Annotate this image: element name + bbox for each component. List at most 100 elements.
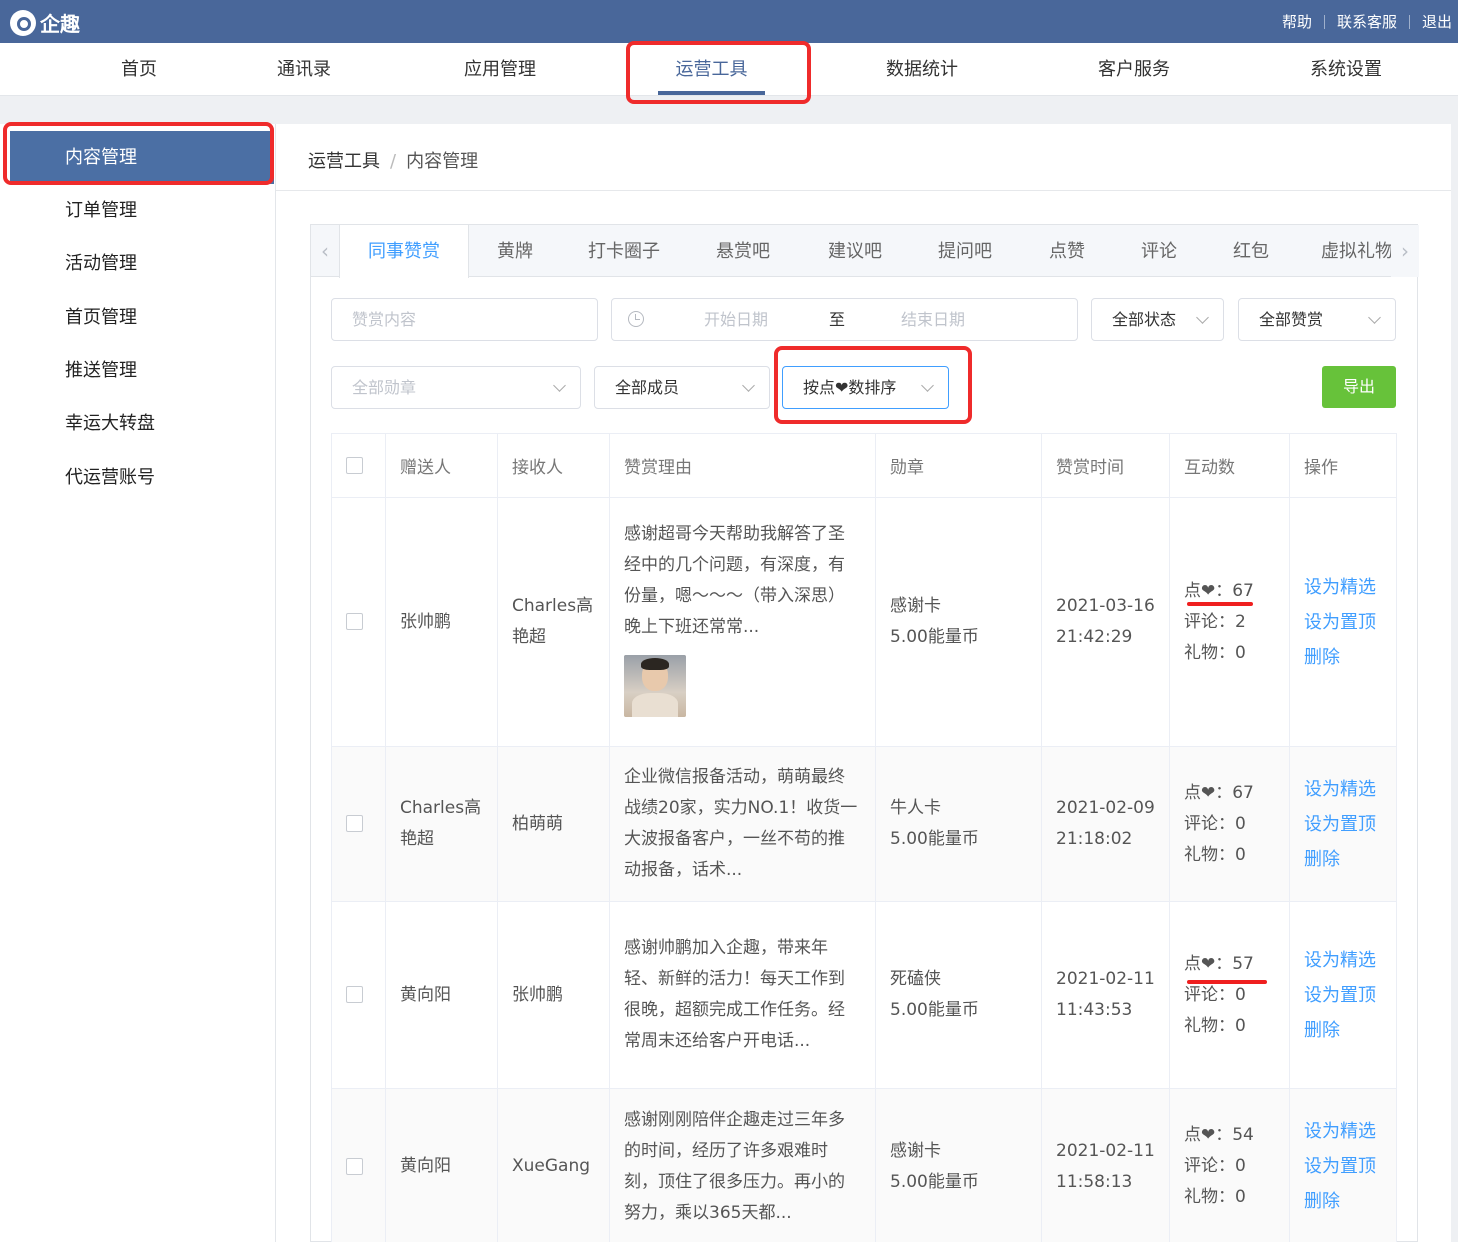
nav-customer-service[interactable]: 客户服务 — [1084, 43, 1184, 96]
column-header-actions: 操作 — [1289, 433, 1397, 498]
sidebar-item-orders[interactable]: 订单管理 — [10, 184, 274, 237]
export-button[interactable]: 导出 — [1322, 366, 1396, 408]
logout-link[interactable]: 退出 — [1422, 11, 1452, 32]
table-header-row: 赠送人 接收人 赞赏理由 勋章 赞赏时间 互动数 操作 — [331, 433, 1397, 498]
nav-active-underline — [658, 91, 765, 95]
time-cell: 2021-02-11 11:58:13 — [1041, 1088, 1170, 1242]
contact-support-link[interactable]: 联系客服 — [1337, 11, 1397, 32]
tab-virtual-gifts[interactable]: 虚拟礼物 — [1317, 225, 1397, 277]
medal-cell: 感谢卡 5.00能量币 — [875, 497, 1042, 747]
tab-bar: ‹ 同事赞赏 黄牌 打卡圈子 悬赏吧 建议吧 提问吧 点赞 评论 红包 虚拟礼物… — [310, 224, 1419, 278]
sidebar-item-activities[interactable]: 活动管理 — [10, 237, 274, 290]
likes-count: 点❤：54 — [1184, 1125, 1254, 1145]
receiver-cell: 张帅鹏 — [497, 901, 610, 1089]
table-row: 黄向阳 张帅鹏 感谢帅鹏加入企趣，带来年轻、新鲜的活力！每天工作到很晚，超额完成… — [331, 901, 1397, 1089]
tab-colleague-praise[interactable]: 同事赞赏 — [339, 225, 469, 278]
nav-contacts[interactable]: 通讯录 — [254, 43, 354, 96]
set-pinned-link[interactable]: 设为置顶 — [1304, 978, 1382, 1013]
breadcrumb-parent[interactable]: 运营工具 — [308, 151, 380, 172]
tab-comments[interactable]: 评论 — [1119, 225, 1199, 277]
tab-yellow-card[interactable]: 黄牌 — [469, 225, 561, 277]
divider — [1323, 14, 1325, 29]
praise-type-select[interactable]: 全部赞赏 — [1238, 298, 1396, 341]
actions-cell: 设为精选 设为置顶 删除 — [1289, 901, 1397, 1089]
breadcrumb: 运营工具 / 内容管理 — [308, 147, 478, 173]
nav-app-management[interactable]: 应用管理 — [450, 43, 550, 96]
set-featured-link[interactable]: 设为精选 — [1304, 943, 1382, 978]
column-header-receiver: 接收人 — [497, 433, 610, 498]
chevron-down-icon — [1196, 311, 1209, 324]
medal-select[interactable]: 全部勋章 — [331, 366, 581, 409]
row-checkbox[interactable] — [346, 613, 363, 630]
praise-time: 11:43:53 — [1056, 1000, 1133, 1020]
tab-reward-bar[interactable]: 悬赏吧 — [693, 225, 793, 277]
end-date-input[interactable]: 结束日期 — [901, 299, 965, 340]
reason-cell: 感谢帅鹏加入企趣，带来年轻、新鲜的活力！每天工作到很晚，超额完成工作任务。经常周… — [609, 901, 876, 1089]
tab-likes[interactable]: 点赞 — [1027, 225, 1107, 277]
status-select[interactable]: 全部状态 — [1091, 298, 1224, 341]
column-header-interactions: 互动数 — [1169, 433, 1290, 498]
member-select[interactable]: 全部成员 — [594, 366, 770, 409]
praise-date: 2021-02-09 — [1056, 798, 1155, 818]
tab-suggestion-bar[interactable]: 建议吧 — [805, 225, 905, 277]
logo[interactable]: 企趣 — [10, 8, 80, 37]
nav-home[interactable]: 首页 — [90, 43, 188, 96]
sidebar-item-agent-account[interactable]: 代运营账号 — [10, 451, 274, 504]
row-checkbox[interactable] — [346, 986, 363, 1003]
sidebar-item-homepage[interactable]: 首页管理 — [10, 291, 274, 344]
reason-cell: 感谢刚刚陪伴企趣走过三年多的时间，经历了许多艰难时刻，顶住了很多压力。再小的努力… — [609, 1088, 876, 1242]
praise-photo[interactable] — [624, 655, 686, 717]
column-header-sender: 赠送人 — [385, 433, 498, 498]
set-featured-link[interactable]: 设为精选 — [1304, 1114, 1382, 1149]
interactions-cell: 点❤：67 评论：0 礼物：0 — [1169, 746, 1290, 902]
medal-cell: 死磕侠 5.00能量币 — [875, 901, 1042, 1089]
sender-cell: 黄向阳 — [385, 901, 498, 1089]
highlight-underline-likes — [1187, 602, 1253, 606]
tab-question-bar[interactable]: 提问吧 — [915, 225, 1015, 277]
medal-select-value: 全部勋章 — [352, 378, 417, 397]
tab-scroll-left-icon[interactable]: ‹ — [311, 225, 339, 277]
nav-operation-tools[interactable]: 运营工具 — [658, 43, 765, 96]
start-date-input[interactable]: 开始日期 — [704, 299, 768, 340]
set-pinned-link[interactable]: 设为置顶 — [1304, 605, 1382, 640]
row-checkbox[interactable] — [346, 1157, 363, 1175]
row-checkbox[interactable] — [346, 815, 363, 832]
date-range-picker[interactable]: 开始日期 至 结束日期 — [611, 298, 1078, 341]
comments-count: 评论：0 — [1184, 1156, 1246, 1176]
receiver-cell: Charles高艳超 — [497, 497, 610, 747]
set-pinned-link[interactable]: 设为置顶 — [1304, 807, 1382, 842]
tab-red-packet[interactable]: 红包 — [1211, 225, 1291, 277]
delete-link[interactable]: 删除 — [1304, 640, 1382, 675]
interactions-cell: 点❤：57 评论：0 礼物：0 — [1169, 901, 1290, 1089]
medal-coins: 5.00能量币 — [890, 1000, 979, 1020]
reason-text: 感谢超哥今天帮助我解答了圣经中的几个问题，有深度，有份量，嗯～～～（带入深思） … — [624, 524, 845, 637]
sidebar-item-lucky-wheel[interactable]: 幸运大转盘 — [10, 397, 274, 450]
table-row: 张帅鹏 Charles高艳超 感谢超哥今天帮助我解答了圣经中的几个问题，有深度，… — [331, 497, 1397, 747]
medal-name: 死磕侠 — [890, 969, 941, 989]
nav-statistics[interactable]: 数据统计 — [872, 43, 972, 96]
column-header-reason: 赞赏理由 — [609, 433, 876, 498]
delete-link[interactable]: 删除 — [1304, 842, 1382, 877]
select-all-checkbox[interactable] — [346, 457, 363, 474]
medal-name: 牛人卡 — [890, 798, 941, 818]
set-pinned-link[interactable]: 设为置顶 — [1304, 1149, 1382, 1184]
praise-content-input[interactable]: 赞赏内容 — [331, 298, 598, 341]
comments-count: 评论：2 — [1184, 611, 1246, 632]
tab-checkin-circle[interactable]: 打卡圈子 — [567, 225, 681, 277]
photo-body — [632, 693, 678, 717]
delete-link[interactable]: 删除 — [1304, 1184, 1382, 1219]
delete-link[interactable]: 删除 — [1304, 1013, 1382, 1048]
nav-system-settings[interactable]: 系统设置 — [1296, 43, 1396, 96]
sort-select[interactable]: 按点❤数排序 — [782, 366, 949, 409]
set-featured-link[interactable]: 设为精选 — [1304, 570, 1382, 605]
comments-count: 评论：0 — [1184, 813, 1246, 834]
set-featured-link[interactable]: 设为精选 — [1304, 772, 1382, 807]
photo-hair — [641, 658, 669, 670]
chevron-down-icon — [742, 379, 755, 392]
help-link[interactable]: 帮助 — [1282, 11, 1312, 32]
sidebar-item-content[interactable]: 内容管理 — [10, 131, 274, 184]
sidebar-item-push[interactable]: 推送管理 — [10, 344, 274, 397]
tab-scroll-right-icon[interactable]: › — [1391, 225, 1419, 277]
medal-coins: 5.00能量币 — [890, 1171, 979, 1192]
column-header-medal: 勋章 — [875, 433, 1042, 498]
